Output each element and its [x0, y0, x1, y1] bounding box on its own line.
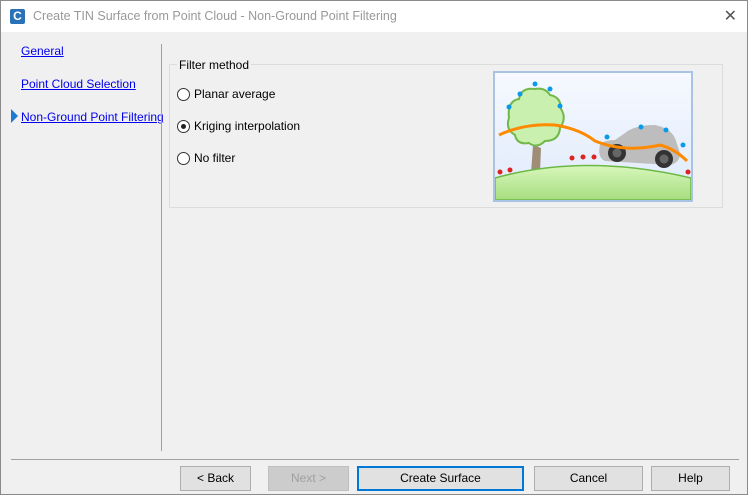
nav-point-cloud-selection[interactable]: Point Cloud Selection [21, 77, 136, 91]
radio-kriging-interpolation[interactable]: Kriging interpolation [177, 119, 300, 133]
help-button[interactable]: Help [651, 466, 730, 491]
back-button[interactable]: < Back [180, 466, 251, 491]
current-step-arrow-icon [11, 109, 18, 123]
vertical-divider [161, 44, 162, 451]
nav-general[interactable]: General [21, 44, 64, 58]
radio-no-filter[interactable]: No filter [177, 151, 235, 165]
radio-circle[interactable] [177, 119, 190, 133]
radio-circle[interactable] [177, 87, 190, 101]
close-icon[interactable]: ✕ [724, 6, 737, 26]
window-title: Create TIN Surface from Point Cloud - No… [33, 9, 397, 23]
radio-planar-average[interactable]: Planar average [177, 87, 275, 101]
radio-label: Planar average [194, 87, 276, 101]
radio-label: No filter [194, 151, 236, 165]
cancel-button[interactable]: Cancel [534, 466, 643, 491]
footer-divider [11, 459, 739, 460]
app-icon: C [10, 9, 25, 24]
nav-non-ground-point-filtering[interactable]: Non-Ground Point Filtering [21, 110, 164, 124]
radio-circle[interactable] [177, 151, 190, 165]
title-bar: C Create TIN Surface from Point Cloud - … [1, 1, 747, 32]
create-surface-button[interactable]: Create Surface [357, 466, 524, 491]
filter-method-label: Filter method [177, 58, 252, 72]
next-button[interactable]: Next > [268, 466, 349, 491]
radio-label: Kriging interpolation [194, 119, 301, 133]
filter-illustration [493, 71, 693, 202]
